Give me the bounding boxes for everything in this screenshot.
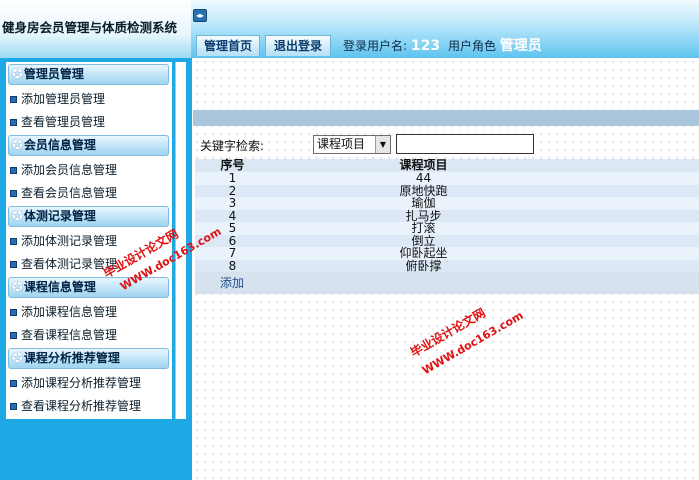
- cell-course: 瑜伽: [411, 196, 436, 210]
- star-icon: ✪: [12, 67, 23, 82]
- search-label: 关键字检索:: [200, 139, 265, 153]
- bullet-icon: [10, 309, 17, 316]
- system-title: 健身房会员管理与体质检测系统: [2, 20, 178, 35]
- add-link[interactable]: 添加: [220, 276, 244, 290]
- cell-course: 仰卧起坐: [399, 246, 448, 260]
- tab-logout[interactable]: 退出登录: [265, 35, 331, 56]
- bullet-icon: [10, 119, 17, 126]
- cell-course: 俯卧撑: [405, 258, 442, 273]
- login-info: 登录用户名: 123 用户角色 管理员: [343, 36, 542, 56]
- bullet-icon: [10, 167, 17, 174]
- sidebar-item-add-course[interactable]: 添加课程信息管理: [10, 302, 170, 322]
- bullet-icon: [10, 332, 17, 339]
- cell-index: 4: [228, 208, 237, 223]
- star-icon: ✪: [12, 280, 23, 295]
- cell-course: 44: [415, 171, 432, 185]
- cell-course: 打滚: [411, 221, 436, 235]
- cell-index: 2: [228, 183, 237, 198]
- sidebar-item-view-course[interactable]: 查看课程信息管理: [10, 325, 170, 345]
- cell-index: 1: [228, 171, 237, 185]
- cell-course: 扎马步: [405, 208, 442, 223]
- cell-index: 7: [228, 246, 237, 260]
- search-field-value: 课程项目: [317, 137, 366, 151]
- content-title-bar: [193, 110, 699, 126]
- table-row: 7 仰卧起坐: [195, 247, 699, 260]
- sidebar-group-member[interactable]: ✪会员信息管理: [8, 135, 169, 156]
- search-field-select[interactable]: 课程项目 ▼: [313, 135, 391, 154]
- column-header-index: 序号: [220, 158, 245, 172]
- login-role-label: 用户角色: [447, 39, 496, 53]
- search-input[interactable]: [396, 134, 534, 154]
- sidebar-group-admin[interactable]: ✪管理员管理: [8, 64, 169, 85]
- sidebar-item-view-member[interactable]: 查看会员信息管理: [10, 183, 170, 203]
- star-icon: ✪: [12, 138, 23, 153]
- table-footer: 添加: [195, 272, 699, 294]
- bullet-icon: [10, 96, 17, 103]
- login-role-value: 管理员: [499, 38, 542, 54]
- bullet-icon: [10, 403, 17, 410]
- course-table: 序号 课程项目 1 44 2 原地快跑 3 瑜伽 4 扎马步 5 打滚 6 倒立…: [195, 159, 699, 294]
- table-row: 3 瑜伽: [195, 197, 699, 210]
- sidebar-group-fitness-test[interactable]: ✪体测记录管理: [8, 206, 169, 227]
- table-row: 8 俯卧撑: [195, 258, 699, 273]
- bullet-icon: [10, 380, 17, 387]
- brand-area: 健身房会员管理与体质检测系统: [0, 0, 191, 58]
- cell-course: 原地快跑: [399, 183, 448, 198]
- sidebar-item-add-admin[interactable]: 添加管理员管理: [10, 89, 170, 109]
- cell-index: 3: [228, 196, 237, 210]
- sidebar-item-view-course-recommend[interactable]: 查看课程分析推荐管理: [10, 396, 170, 416]
- login-user-label: 登录用户名:: [343, 39, 408, 53]
- sidebar-group-course-recommend[interactable]: ✪课程分析推荐管理: [8, 348, 169, 369]
- table-row: 1 44: [195, 172, 699, 185]
- cell-course: 倒立: [411, 233, 436, 248]
- table-header-row: 序号 课程项目: [195, 159, 699, 172]
- sidebar-item-add-course-recommend[interactable]: 添加课程分析推荐管理: [10, 373, 170, 393]
- tab-home[interactable]: 管理首页: [196, 35, 260, 56]
- star-icon: ✪: [12, 209, 23, 224]
- sidebar-item-add-member[interactable]: 添加会员信息管理: [10, 160, 170, 180]
- cell-index: 8: [228, 258, 237, 273]
- star-icon: ✪: [12, 351, 23, 366]
- table-row: 2 原地快跑: [195, 183, 699, 198]
- sidebar-toggle-icon[interactable]: ◂▸: [193, 9, 207, 22]
- sidebar-item-view-admin[interactable]: 查看管理员管理: [10, 112, 170, 132]
- table-row: 4 扎马步: [195, 208, 699, 223]
- bullet-icon: [10, 238, 17, 245]
- bullet-icon: [10, 190, 17, 197]
- table-row: 5 打滚: [195, 222, 699, 235]
- column-header-course: 课程项目: [399, 158, 448, 172]
- bullet-icon: [10, 261, 17, 268]
- login-user-value: 123: [410, 38, 441, 54]
- chevron-down-icon: ▼: [375, 136, 390, 153]
